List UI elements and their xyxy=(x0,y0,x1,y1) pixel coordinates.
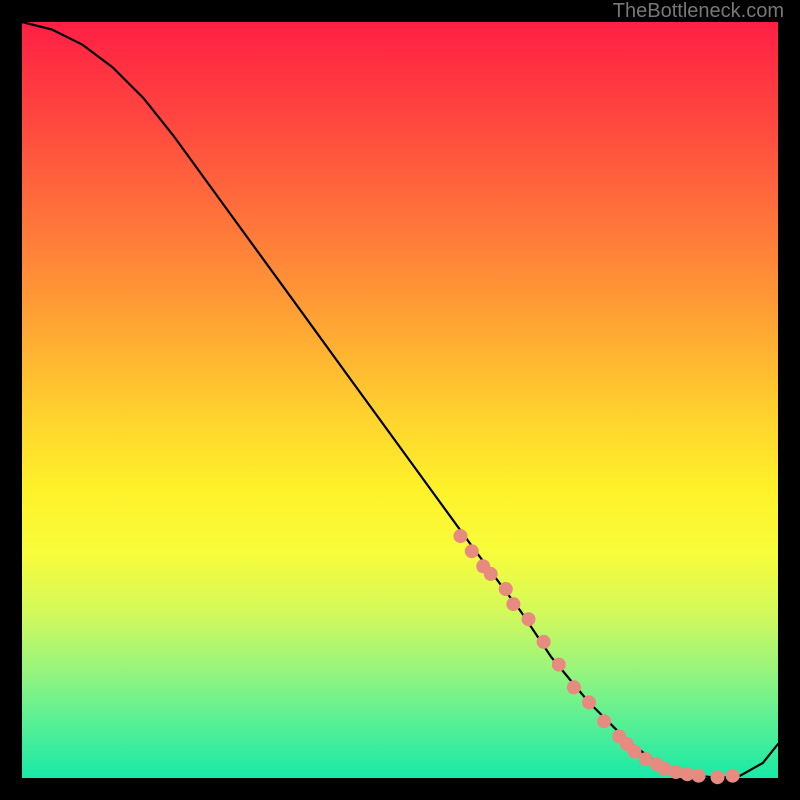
dot-marker xyxy=(499,582,513,596)
dot-marker xyxy=(522,612,536,626)
watermark-text: TheBottleneck.com xyxy=(613,0,784,22)
chart-overlay xyxy=(22,22,778,778)
dot-marker xyxy=(567,680,581,694)
dot-marker xyxy=(582,695,596,709)
dot-marker xyxy=(692,769,706,783)
dot-marker xyxy=(711,770,725,784)
bottleneck-curve xyxy=(22,22,778,778)
dot-marker xyxy=(552,658,566,672)
dot-marker xyxy=(506,597,520,611)
dot-marker xyxy=(726,769,740,783)
dot-cluster xyxy=(454,529,740,784)
dot-marker xyxy=(454,529,468,543)
chart-stage: TheBottleneck.com xyxy=(0,0,800,800)
dot-marker xyxy=(484,567,498,581)
dot-marker xyxy=(537,635,551,649)
dot-marker xyxy=(465,544,479,558)
dot-marker xyxy=(597,714,611,728)
